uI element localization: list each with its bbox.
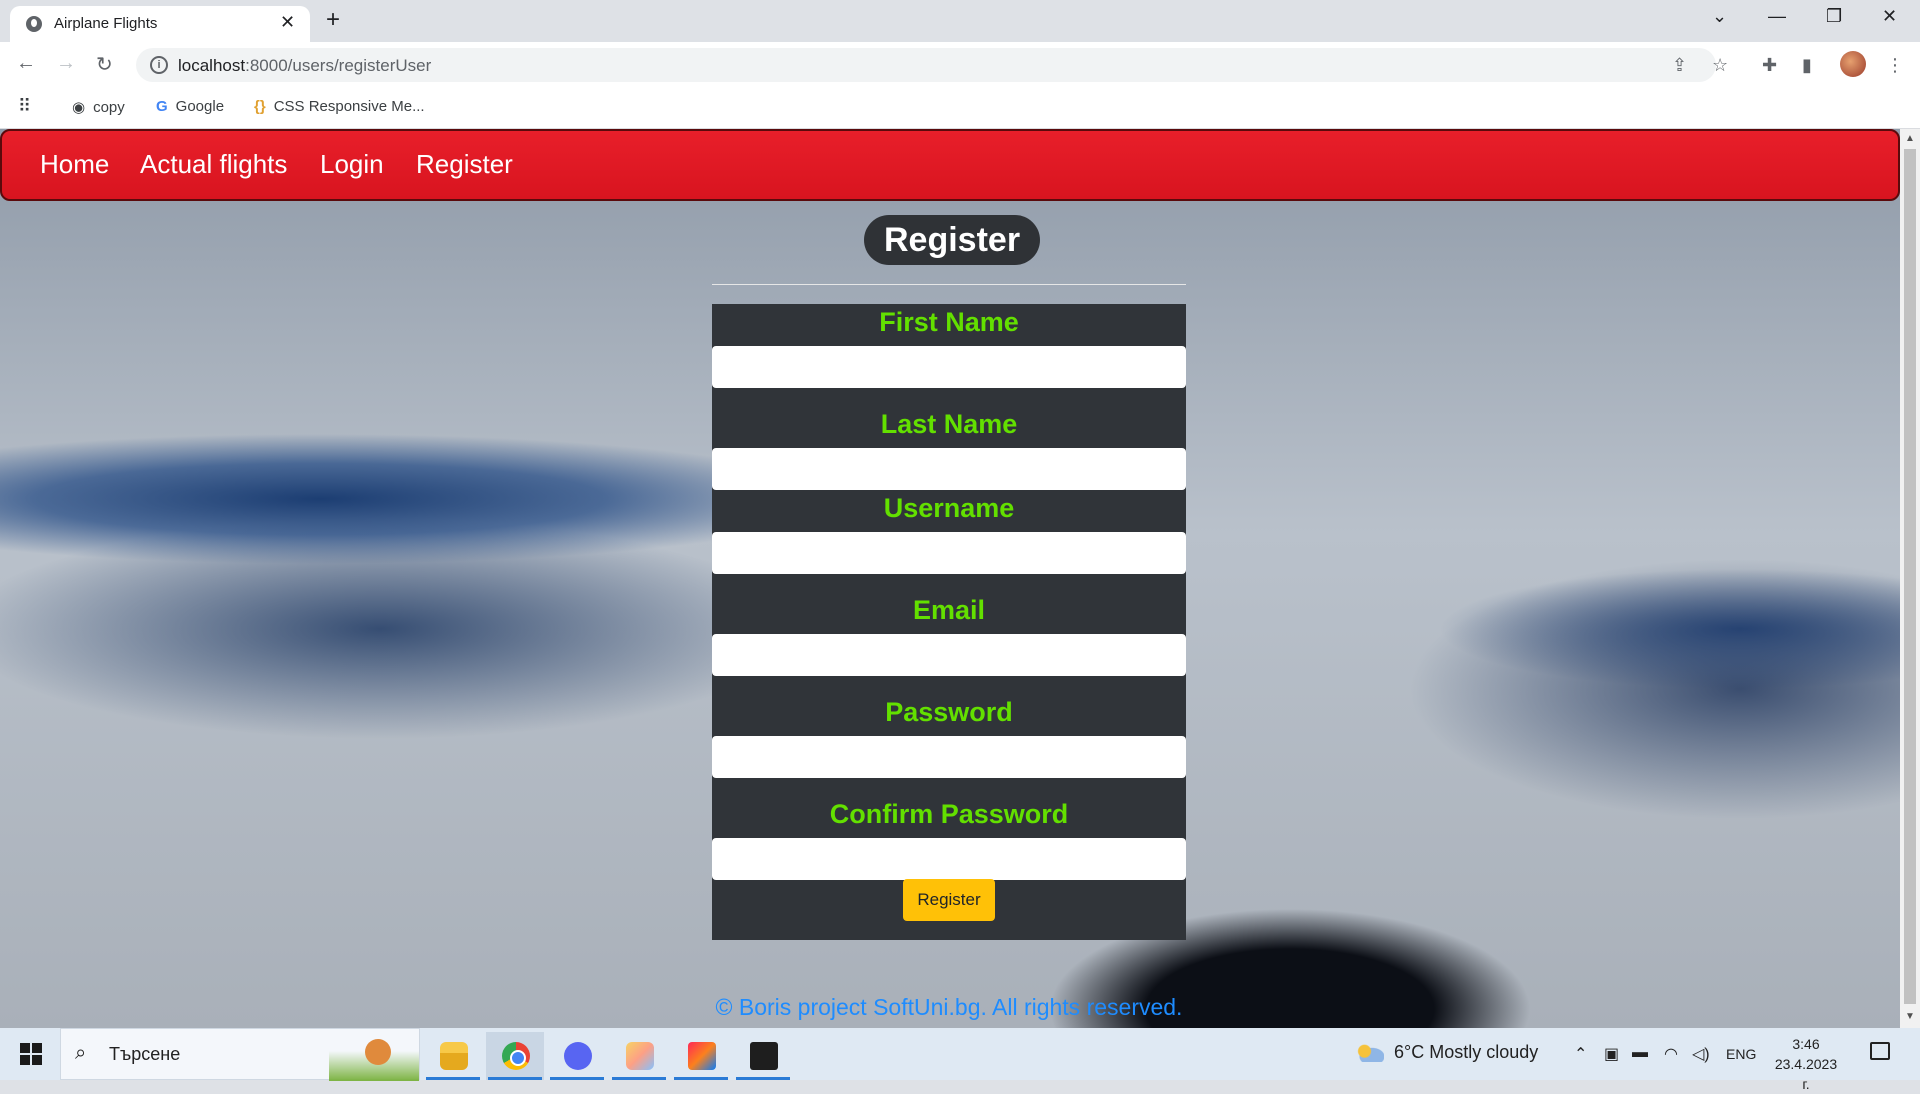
bookmark-google[interactable]: G Google [156,98,224,115]
weather-text: 6°C Mostly cloudy [1394,1042,1539,1062]
bookmark-star-icon[interactable]: ☆ [1712,55,1728,76]
paint-icon[interactable] [610,1032,668,1080]
input-language[interactable]: ENG [1726,1046,1756,1062]
confirm-password-label: Confirm Password [829,799,1069,829]
restore-icon[interactable]: ❐ [1826,6,1842,27]
nav-register[interactable]: Register [416,149,513,180]
page-title: Register [864,215,1041,265]
search-icon: ⌕ [75,1042,87,1064]
battery-icon[interactable]: ▬ [1632,1044,1648,1062]
first-name-field[interactable] [712,346,1186,388]
google-icon: G [156,98,168,115]
scrollbar-thumb[interactable] [1904,149,1916,1004]
system-clock[interactable]: 3:46 23.4.2023 г. [1770,1034,1842,1094]
scroll-down-arrow-icon[interactable]: ▼ [1905,1011,1915,1022]
register-form: First Name Last Name Username Email Pass… [712,304,1186,940]
taskbar-search-placeholder: Търсене [109,1044,181,1064]
profile-avatar[interactable] [1840,51,1866,77]
share-icon[interactable]: ⇪ [1672,55,1687,76]
title-divider [712,284,1186,285]
discord-icon[interactable] [548,1032,606,1080]
weather-widget[interactable]: 6°C Mostly cloudy [1354,1042,1538,1063]
nav-actual-flights[interactable]: Actual flights [140,149,287,180]
username-field[interactable] [712,532,1186,574]
url-path: :8000/users/registerUser [245,56,432,75]
intellij-idea-icon[interactable] [672,1032,730,1080]
nav-home[interactable]: Home [40,149,109,180]
wifi-icon[interactable]: ◠ [1664,1044,1678,1064]
device-icon[interactable]: ▣ [1604,1044,1619,1064]
browser-toolbar: ← → ↻ i localhost:8000/users/registerUse… [0,42,1920,88]
bookmark-css-responsive[interactable]: {} CSS Responsive Me... [254,98,425,115]
braces-icon: {} [254,98,266,115]
password-label: Password [885,697,1013,727]
scroll-up-arrow-icon[interactable]: ▲ [1905,133,1915,144]
reload-icon[interactable]: ↻ [96,52,113,77]
extensions-puzzle-icon[interactable]: ✚ [1762,55,1777,76]
menu-kebab-icon[interactable]: ⋮ [1886,55,1904,76]
footer-copyright: © Boris project SoftUni.bg. All rights r… [715,994,1183,1020]
volume-icon[interactable]: ◁) [1692,1044,1710,1064]
browser-tab[interactable]: Airplane Flights ✕ [10,6,310,42]
browser-tab-strip: Airplane Flights ✕ + ⌄ — ❐ ✕ [0,0,1920,42]
clock-time: 3:46 [1792,1036,1820,1052]
bookmark-label: copy [93,99,125,116]
file-explorer-icon[interactable] [424,1032,482,1080]
page-scrollbar[interactable]: ▲ ▼ [1900,129,1920,1028]
nav-login[interactable]: Login [320,149,384,180]
tab-close-icon[interactable]: ✕ [280,12,295,33]
clock-date: 23.4.2023 г. [1774,1056,1838,1092]
chrome-icon[interactable] [486,1032,544,1080]
window-close-icon[interactable]: ✕ [1882,6,1897,27]
confirm-password-field[interactable] [712,838,1186,880]
notifications-icon[interactable] [1870,1042,1890,1060]
search-highlight-fox-image [329,1035,419,1081]
show-hidden-icons-chevron-icon[interactable]: ⌃ [1574,1044,1587,1064]
address-bar[interactable]: i localhost:8000/users/registerUser [136,48,1716,82]
new-tab-icon[interactable]: + [326,6,340,34]
url-host: localhost [178,56,246,75]
bookmark-label: Google [175,98,225,115]
bookmark-copy[interactable]: ◉ copy [72,98,125,116]
register-submit-button[interactable]: Register [903,879,995,921]
last-name-field[interactable] [712,448,1186,490]
minimize-icon[interactable]: — [1768,6,1786,27]
password-field[interactable] [712,736,1186,778]
site-navbar: Home Actual flights Login Register [0,129,1900,201]
email-label: Email [912,595,986,625]
globe-icon: ◉ [72,99,86,116]
side-panel-icon[interactable]: ▮ [1802,55,1812,76]
apps-grid-icon[interactable]: ⠿ [18,96,31,117]
tab-search-chevron-icon[interactable]: ⌄ [1712,6,1727,27]
tab-title: Airplane Flights [54,15,158,32]
globe-icon [26,16,42,32]
site-info-icon[interactable]: i [150,56,168,74]
windows-start-icon[interactable] [20,1043,42,1065]
taskbar-search-box[interactable]: ⌕ Търсене [60,1028,420,1081]
windows-taskbar: ⌕ Търсене 6°C Mostly cloudy ⌃ ▣ ▬ ◠ ◁) E… [0,1028,1920,1092]
bookmark-label: CSS Responsive Me... [273,98,425,115]
page-viewport: Home Actual flights Login Register Regis… [0,129,1900,1028]
url-text[interactable]: localhost:8000/users/registerUser [178,56,431,76]
last-name-label: Last Name [880,409,1018,439]
email-field[interactable] [712,634,1186,676]
bookmarks-bar: ⠿ ◉ copy G Google {} CSS Responsive Me... [0,88,1920,129]
terminal-icon[interactable] [734,1032,792,1080]
first-name-label: First Name [879,307,1019,337]
forward-arrow-icon[interactable]: → [56,52,76,75]
back-arrow-icon[interactable]: ← [16,52,36,75]
username-label: Username [883,493,1015,523]
cloudy-weather-icon [1354,1044,1384,1063]
